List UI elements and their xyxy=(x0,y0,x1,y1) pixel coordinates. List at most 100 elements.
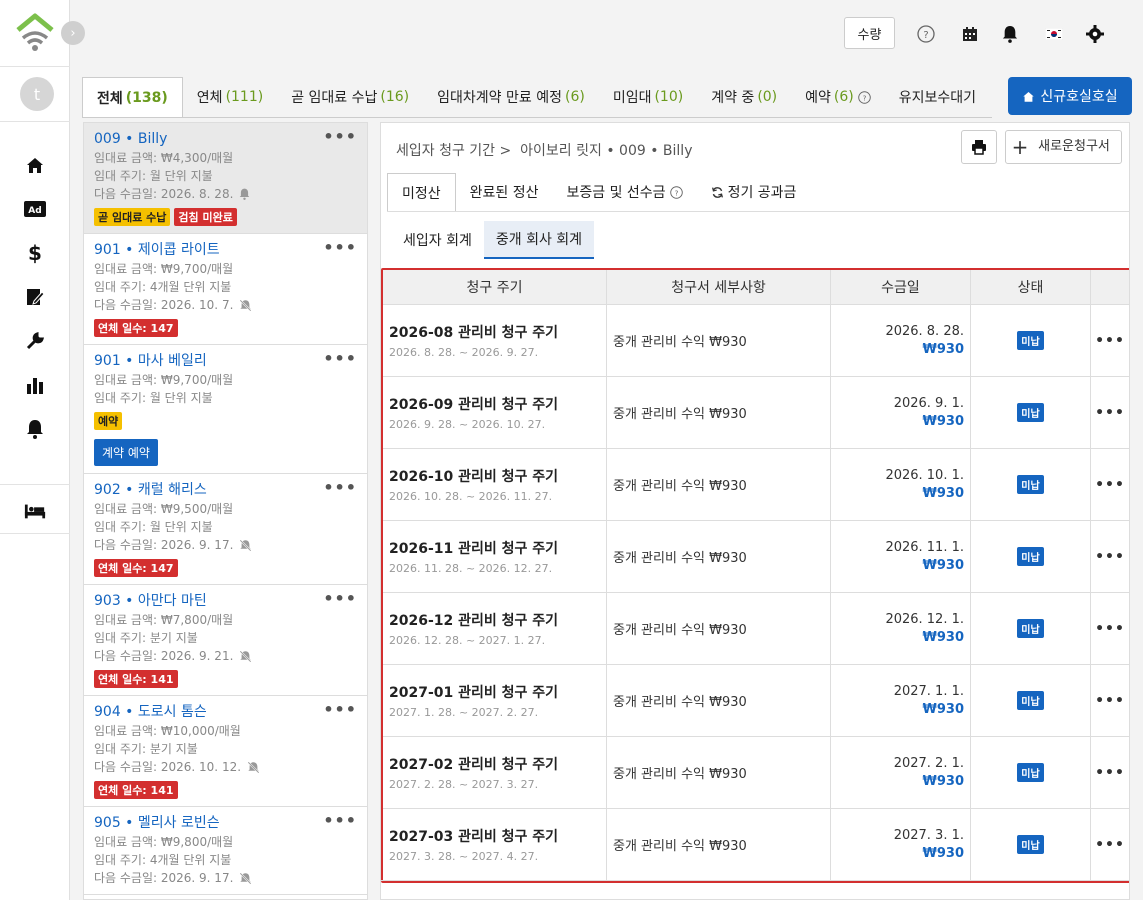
tab-count: (6) xyxy=(833,89,854,105)
bell-off-icon[interactable] xyxy=(239,299,252,312)
more-options-icon[interactable]: ••• xyxy=(1095,477,1125,493)
bell-off-icon[interactable] xyxy=(239,650,252,663)
table-row[interactable]: 2026-08 관리비 청구 주기 2026. 8. 28. ~ 2026. 9.… xyxy=(383,305,1129,377)
invoice-amount[interactable]: ₩930 xyxy=(837,558,964,573)
quantity-button[interactable]: 수량 xyxy=(844,17,895,49)
table-row[interactable]: 2026-12 관리비 청구 주기 2026. 12. 28. ~ 2027. 1… xyxy=(383,593,1129,665)
table-row[interactable]: 2027-01 관리비 청구 주기 2027. 1. 28. ~ 2027. 2.… xyxy=(383,665,1129,737)
tab-all[interactable]: 전체 (138) xyxy=(82,77,183,117)
new-invoice-button[interactable]: + 새로운청구서 xyxy=(1005,130,1122,164)
table-row[interactable]: 2026-09 관리비 청구 주기 2026. 9. 28. ~ 2026. 10… xyxy=(383,377,1129,449)
more-options-icon[interactable]: ••• xyxy=(323,127,357,146)
tab-reserved[interactable]: 예약 (6) ? xyxy=(791,77,885,117)
bed-icon[interactable] xyxy=(24,500,46,522)
tab-unsettled[interactable]: 미정산 xyxy=(387,173,456,211)
bell-off-icon[interactable] xyxy=(247,761,260,774)
tab-lease-expiring[interactable]: 임대차계약 만료 예정 (6) xyxy=(423,77,599,117)
tab-deposits[interactable]: 보증금 및 선수금 ? xyxy=(553,173,697,211)
more-options-icon[interactable]: ••• xyxy=(323,589,357,608)
more-options-icon[interactable]: ••• xyxy=(1095,837,1125,853)
more-options-icon[interactable]: ••• xyxy=(323,700,357,719)
more-options-icon[interactable]: ••• xyxy=(323,811,357,830)
tenant-name: 아만다 마틴 xyxy=(137,593,207,609)
breadcrumb-path: 아이보리 릿지 • 009 • Billy xyxy=(520,143,693,159)
unit-card[interactable]: 902 • 캐럴 해리스 ••• 임대료 금액: ₩9,500/매월 임대 주기: 월… xyxy=(84,474,367,585)
unit-title[interactable]: 904 • 도로시 톰슨 xyxy=(94,702,357,722)
tab-agency-accounting[interactable]: 중개 회사 회계 xyxy=(483,221,595,259)
invoice-amount[interactable]: ₩930 xyxy=(837,342,964,357)
more-options-icon[interactable]: ••• xyxy=(1095,549,1125,565)
unit-title[interactable]: 903 • 아만다 마틴 xyxy=(94,591,357,611)
help-icon[interactable]: ? xyxy=(916,24,936,44)
invoice-detail: 중개 관리비 수익 ₩930 xyxy=(613,839,747,854)
invoice-amount[interactable]: ₩930 xyxy=(837,774,964,789)
unit-title[interactable]: 901 • 마사 베일리 xyxy=(94,351,357,371)
settings-gear-icon[interactable] xyxy=(1085,24,1105,44)
bell-off-icon[interactable] xyxy=(239,539,252,552)
invoice-amount[interactable]: ₩930 xyxy=(837,702,964,717)
bell-off-icon[interactable] xyxy=(239,872,252,885)
help-icon[interactable]: ? xyxy=(858,90,871,104)
more-options-icon[interactable]: ••• xyxy=(323,238,357,257)
table-row[interactable]: 2026-10 관리비 청구 주기 2026. 10. 28. ~ 2026. 1… xyxy=(383,449,1129,521)
notification-bell-icon[interactable] xyxy=(1000,24,1020,44)
dollar-icon[interactable]: $ xyxy=(24,241,46,265)
unit-card[interactable]: 905 • 멜리사 로빈슨 ••• 임대료 금액: ₩9,800/매월 임대 주기: … xyxy=(84,807,367,895)
unit-card[interactable]: 901 • 제이콥 라이트 ••• 임대료 금액: ₩9,700/매월 임대 주기: … xyxy=(84,234,367,345)
unit-card[interactable]: 901 • 마사 베일리 ••• 임대료 금액: ₩9,700/매월 임대 주기: 월… xyxy=(84,345,367,474)
unit-card[interactable]: 904 • 도로시 톰슨 ••• 임대료 금액: ₩10,000/매월 임대 주기: … xyxy=(84,696,367,807)
avatar[interactable]: t xyxy=(20,77,54,111)
bar-chart-icon[interactable] xyxy=(24,374,46,396)
unit-title[interactable]: 905 • 멜리사 로빈슨 xyxy=(94,813,357,833)
unit-number: 901 xyxy=(94,353,121,369)
chevron-right-icon[interactable]: › xyxy=(61,21,85,45)
tab-tenant-accounting[interactable]: 세입자 회계 xyxy=(391,221,484,259)
left-rail: t Ad $ xyxy=(0,0,70,900)
more-options-icon[interactable]: ••• xyxy=(1095,621,1125,637)
table-row[interactable]: 2027-02 관리비 청구 주기 2027. 2. 28. ~ 2027. 3.… xyxy=(383,737,1129,809)
tab-settled[interactable]: 완료된 정산 xyxy=(456,173,553,211)
table-body: 2026-08 관리비 청구 주기 2026. 8. 28. ~ 2026. 9.… xyxy=(383,305,1129,881)
ad-icon[interactable]: Ad xyxy=(24,198,46,220)
more-options-icon[interactable]: ••• xyxy=(1095,333,1125,349)
print-button[interactable] xyxy=(961,130,997,164)
unit-list: 009 • Billy ••• 임대료 금액: ₩4,300/매월 임대 주기: 월 … xyxy=(83,122,368,900)
help-icon[interactable]: ? xyxy=(669,185,683,199)
more-options-icon[interactable]: ••• xyxy=(1095,405,1125,421)
unit-card[interactable]: 903 • 아만다 마틴 ••• 임대료 금액: ₩7,800/매월 임대 주기: 분… xyxy=(84,585,367,696)
app-logo-icon[interactable] xyxy=(14,12,56,54)
invoice-amount[interactable]: ₩930 xyxy=(837,846,964,861)
bell-icon[interactable] xyxy=(239,188,250,200)
reserve-contract-button[interactable]: 계약 예약 xyxy=(94,439,158,466)
tab-rent-due-soon[interactable]: 곧 임대료 수납 (16) xyxy=(277,77,423,117)
unit-title[interactable]: 009 • Billy xyxy=(94,129,357,149)
contract-edit-icon[interactable] xyxy=(24,286,46,308)
home-icon[interactable] xyxy=(24,154,46,176)
invoice-amount[interactable]: ₩930 xyxy=(837,630,964,645)
tab-maintenance[interactable]: 유지보수대기 xyxy=(885,77,977,117)
calendar-icon[interactable] xyxy=(960,24,980,44)
more-options-icon[interactable]: ••• xyxy=(323,478,357,497)
unit-title[interactable]: 902 • 캐럴 해리스 xyxy=(94,480,357,500)
more-options-icon[interactable]: ••• xyxy=(1095,765,1125,781)
korea-flag-icon[interactable] xyxy=(1044,24,1064,44)
more-options-icon[interactable]: ••• xyxy=(1095,693,1125,709)
unit-card[interactable]: 009 • Billy ••• 임대료 금액: ₩4,300/매월 임대 주기: 월 … xyxy=(84,123,367,234)
tab-under-contract[interactable]: 계약 중 (0) xyxy=(697,77,791,117)
breadcrumb-root[interactable]: 세입자 청구 기간 > xyxy=(396,143,511,159)
new-room-button[interactable]: 신규호실호실 xyxy=(1008,77,1132,115)
wrench-icon[interactable] xyxy=(24,330,46,352)
accounting-tabs: 세입자 회계 중개 회사 회계 xyxy=(391,221,595,259)
more-options-icon[interactable]: ••• xyxy=(323,349,357,368)
tab-overdue[interactable]: 연체 (111) xyxy=(183,77,277,117)
status-badge: 미납 xyxy=(1017,763,1044,782)
bell-icon[interactable] xyxy=(24,418,46,440)
tab-vacant[interactable]: 미임대 (10) xyxy=(599,77,697,117)
table-row[interactable]: 2027-03 관리비 청구 주기 2027. 3. 28. ~ 2027. 4.… xyxy=(383,809,1129,881)
table-row[interactable]: 2026-11 관리비 청구 주기 2026. 11. 28. ~ 2026. 1… xyxy=(383,521,1129,593)
unit-title[interactable]: 901 • 제이콥 라이트 xyxy=(94,240,357,260)
invoice-amount[interactable]: ₩930 xyxy=(837,414,964,429)
status-badge: 연체 일수: 147 xyxy=(94,319,178,337)
tab-recurring-utilities[interactable]: 정기 공과금 xyxy=(697,173,811,211)
invoice-amount[interactable]: ₩930 xyxy=(837,486,964,501)
